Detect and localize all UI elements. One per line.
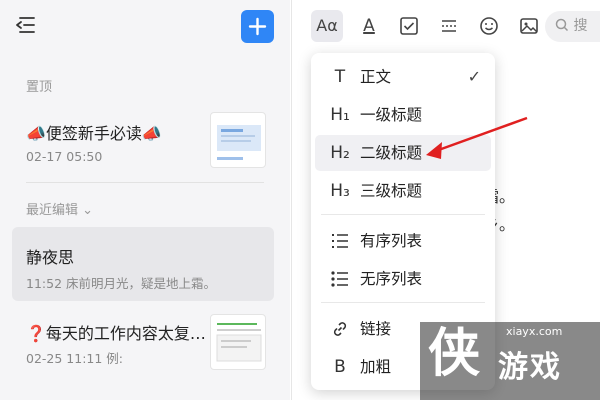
sidebar-header	[0, 0, 290, 52]
menu-item-label: 一级标题	[360, 106, 423, 124]
font-color-icon: A	[363, 16, 375, 36]
note-title: 静夜思	[26, 248, 75, 267]
note-title: ❓每天的工作内容太复…	[26, 324, 206, 343]
note-thumbnail	[210, 314, 266, 370]
checkbox-button[interactable]	[393, 10, 425, 42]
menu-item-body-text[interactable]: T 正文 ✓	[315, 59, 491, 95]
heading-1-icon: H₁	[330, 105, 350, 125]
note-title: 📣便签新手必读📣	[26, 124, 162, 143]
checkbox-icon	[400, 17, 418, 35]
link-icon	[325, 311, 355, 347]
section-pinned-label: 置顶	[26, 80, 53, 95]
watermark-logo: 侠	[428, 324, 481, 384]
bold-icon: B	[334, 357, 346, 377]
ordered-list-icon	[325, 223, 355, 259]
menu-item-heading-2[interactable]: H₂ 二级标题	[315, 135, 491, 171]
search-icon	[555, 18, 569, 32]
menu-item-heading-1[interactable]: H₁ 一级标题	[315, 97, 491, 133]
image-icon	[520, 18, 538, 34]
heading-3-icon: H₃	[330, 181, 350, 201]
font-color-button[interactable]: A	[353, 10, 385, 42]
body-text-icon: T	[334, 67, 346, 87]
menu-item-label: 三级标题	[360, 182, 423, 200]
menu-item-label: 无序列表	[360, 270, 423, 288]
text-format-icon: Aα	[316, 16, 338, 35]
menu-item-label: 链接	[360, 320, 392, 338]
add-note-button[interactable]	[241, 10, 274, 43]
collapse-sidebar-icon[interactable]	[14, 14, 40, 38]
menu-item-label: 有序列表	[360, 232, 423, 250]
divider-button[interactable]	[433, 10, 465, 42]
checkmark-icon: ✓	[467, 67, 481, 86]
chevron-down-icon[interactable]: ⌄	[82, 203, 93, 218]
note-meta: 02-17 05:50	[26, 149, 103, 164]
note-item[interactable]: 📣便签新手必读📣 02-17 05:50	[12, 106, 274, 178]
note-item-selected[interactable]: 静夜思 11:52 床前明月光，疑是地上霜。	[12, 227, 274, 301]
watermark-text: 游戏	[498, 350, 562, 385]
unordered-list-icon	[325, 261, 355, 297]
menu-divider	[321, 302, 485, 303]
note-meta: 02-25 11:11 例:	[26, 351, 124, 366]
watermark: 侠 xiayx.com 游戏	[420, 322, 600, 400]
search-placeholder: 搜	[573, 18, 588, 34]
note-meta: 11:52 床前明月光，疑是地上霜。	[26, 276, 216, 291]
note-list-sidebar: 置顶 📣便签新手必读📣 02-17 05:50 最近编辑 ⌄ 静夜思 11:52…	[0, 0, 290, 400]
editor-toolbar: Aα A 搜	[292, 0, 600, 52]
menu-item-ordered-list[interactable]: 有序列表	[315, 223, 491, 259]
note-thumbnail	[210, 112, 266, 168]
emoji-icon	[480, 17, 498, 35]
menu-item-label: 正文	[360, 68, 392, 86]
format-button[interactable]: Aα	[311, 10, 343, 42]
section-recent-text: 最近编辑	[26, 203, 79, 218]
emoji-button[interactable]	[473, 10, 505, 42]
menu-item-unordered-list[interactable]: 无序列表	[315, 261, 491, 297]
note-item[interactable]: ❓每天的工作内容太复… 02-25 11:11 例:	[12, 308, 274, 380]
section-recent-label: 最近编辑 ⌄	[26, 199, 93, 218]
menu-item-label: 二级标题	[360, 144, 423, 162]
divider-line-icon	[442, 20, 456, 32]
menu-divider	[321, 214, 485, 215]
menu-item-label: 加粗	[360, 358, 392, 376]
search-input[interactable]: 搜	[545, 11, 600, 42]
heading-2-icon: H₂	[330, 143, 350, 163]
watermark-url: xiayx.com	[506, 325, 563, 338]
image-button[interactable]	[513, 10, 545, 42]
menu-item-heading-3[interactable]: H₃ 三级标题	[315, 173, 491, 209]
divider	[26, 182, 264, 183]
